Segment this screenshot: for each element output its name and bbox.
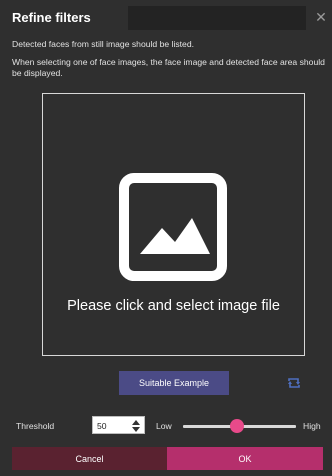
threshold-label: Threshold bbox=[16, 421, 55, 431]
dialog-title: Refine filters bbox=[12, 10, 91, 25]
spinner-up-icon[interactable] bbox=[132, 420, 140, 425]
threshold-slider-thumb[interactable] bbox=[230, 419, 245, 433]
spinner-down-icon[interactable] bbox=[132, 427, 140, 432]
threshold-spinner[interactable]: 50 bbox=[92, 416, 145, 434]
threshold-high-label: High bbox=[303, 421, 321, 431]
suitable-example-button[interactable]: Suitable Example bbox=[119, 371, 229, 395]
description-line-2: When selecting one of face images, the f… bbox=[12, 57, 325, 78]
close-icon[interactable]: ✕ bbox=[314, 10, 328, 24]
image-placeholder-icon bbox=[119, 173, 227, 281]
description-line-1: Detected faces from still image should b… bbox=[12, 39, 194, 49]
dialog-titlebar: Refine filters ✕ bbox=[0, 0, 332, 34]
ok-button[interactable]: OK bbox=[167, 447, 323, 470]
rotate-icon[interactable] bbox=[285, 374, 303, 392]
titlebar-drag-area[interactable] bbox=[128, 6, 306, 30]
dropzone-prompt: Please click and select image file bbox=[67, 298, 280, 314]
threshold-low-label: Low bbox=[156, 421, 172, 431]
cancel-button[interactable]: Cancel bbox=[12, 447, 167, 470]
image-dropzone[interactable]: Please click and select image file bbox=[42, 93, 305, 356]
threshold-value[interactable]: 50 bbox=[97, 421, 107, 431]
